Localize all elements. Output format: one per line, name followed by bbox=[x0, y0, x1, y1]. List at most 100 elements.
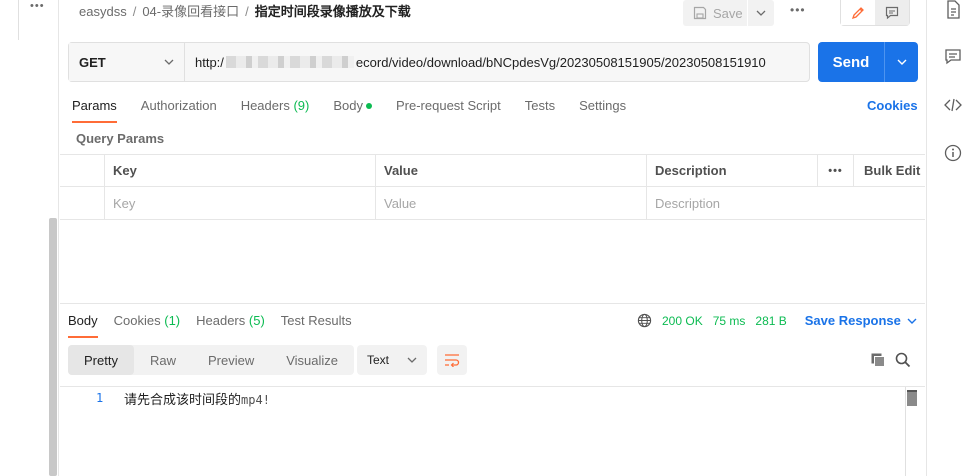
info-icon[interactable] bbox=[943, 143, 963, 163]
tab-label: Pre-request Script bbox=[395, 98, 501, 113]
status-code[interactable]: 200 OK bbox=[662, 314, 703, 328]
more-actions-icon[interactable]: ••• bbox=[790, 3, 806, 17]
chevron-down-icon bbox=[407, 357, 417, 363]
tab-params[interactable]: Params bbox=[72, 98, 117, 123]
send-button-group: Send bbox=[818, 42, 918, 82]
format-visualize[interactable]: Visualize bbox=[270, 345, 354, 375]
key-input[interactable]: Key bbox=[105, 187, 376, 219]
format-preview[interactable]: Preview bbox=[192, 345, 270, 375]
documentation-icon[interactable] bbox=[943, 0, 963, 20]
cookies-link[interactable]: Cookies bbox=[867, 98, 918, 113]
request-workspace: easydss/04-录像回看接口 / 指定时间段录像播放及下载 Save ••• … bbox=[60, 0, 925, 476]
tab-response-headers[interactable]: Headers (5) bbox=[196, 313, 265, 338]
editor-scrollbar-track bbox=[905, 387, 906, 476]
tab-test-results[interactable]: Test Results bbox=[281, 313, 352, 338]
wrap-lines-button[interactable] bbox=[437, 345, 467, 375]
chevron-down-icon bbox=[897, 59, 906, 65]
save-options-button[interactable] bbox=[748, 0, 774, 26]
method-label: GET bbox=[79, 54, 106, 70]
checkbox-column bbox=[60, 155, 105, 186]
format-raw[interactable]: Raw bbox=[134, 345, 192, 375]
scrollbar[interactable] bbox=[49, 218, 57, 476]
tab-label: Authorization bbox=[140, 98, 217, 113]
tab-label: Params bbox=[72, 98, 117, 113]
tab-headers[interactable]: Headers (9) bbox=[241, 98, 310, 123]
tab-label: Test Results bbox=[280, 313, 352, 328]
chevron-down-icon bbox=[907, 318, 917, 324]
url-prefix: http:/ bbox=[195, 54, 224, 70]
save-response-label: Save Response bbox=[804, 313, 901, 328]
column-header-description: Description bbox=[647, 155, 818, 186]
value-input[interactable]: Value bbox=[376, 187, 647, 219]
column-header-key: Key bbox=[105, 155, 376, 186]
more-icon[interactable]: ••• bbox=[30, 0, 45, 12]
response-body-text: 请先合成该时间段的mp4! bbox=[124, 389, 270, 408]
tab-settings[interactable]: Settings bbox=[579, 98, 626, 123]
code-icon[interactable] bbox=[943, 95, 963, 115]
response-size[interactable]: 281 B bbox=[755, 314, 786, 328]
url-input[interactable]: http:/ ecord/video/download/bNCpdesVg/202… bbox=[185, 43, 809, 81]
search-icon[interactable] bbox=[895, 352, 911, 368]
tab-label: Headers bbox=[196, 313, 246, 328]
comments-icon[interactable] bbox=[943, 47, 963, 67]
table-row: Key Value Description bbox=[60, 187, 925, 220]
save-button[interactable]: Save bbox=[683, 0, 747, 26]
request-name[interactable]: 指定时间段录像播放及下载 bbox=[255, 4, 411, 19]
method-select[interactable]: GET bbox=[69, 43, 185, 81]
response-tabs: Body Cookies (1) Headers (5) Test Result… bbox=[68, 313, 368, 338]
description-input[interactable]: Description bbox=[647, 187, 925, 219]
editor-scrollbar[interactable] bbox=[907, 390, 917, 406]
breadcrumb-separator: / bbox=[245, 4, 249, 19]
tab-tests[interactable]: Tests bbox=[525, 98, 555, 123]
send-button[interactable]: Send bbox=[818, 42, 884, 82]
tab-response-cookies[interactable]: Cookies (1) bbox=[114, 313, 180, 338]
checkbox-cell bbox=[60, 187, 105, 219]
section-title: Query Params bbox=[76, 131, 165, 146]
tab-count: (9) bbox=[293, 98, 310, 113]
format-pretty[interactable]: Pretty bbox=[68, 345, 134, 375]
body-text-mono: mp4! bbox=[241, 393, 270, 407]
comment-mode-button[interactable] bbox=[875, 0, 909, 25]
save-label: Save bbox=[713, 5, 743, 21]
tab-label: Body bbox=[333, 98, 363, 113]
save-response-button[interactable]: Save Response bbox=[805, 313, 917, 328]
params-table: Key Value Description ••• Bulk Edit Key … bbox=[60, 154, 925, 220]
tab-count: (1) bbox=[164, 313, 181, 328]
table-header-row: Key Value Description ••• Bulk Edit bbox=[60, 154, 925, 187]
request-tabs: Params Authorization Headers (9) Body Pr… bbox=[72, 98, 650, 123]
response-meta: 200 OK 75 ms 281 B Save Response bbox=[637, 313, 917, 328]
save-icon bbox=[693, 6, 707, 20]
tab-count: (5) bbox=[248, 313, 265, 328]
tab-label: Cookies bbox=[113, 313, 161, 328]
response-type-select[interactable]: Text bbox=[357, 345, 427, 375]
body-text: 请先合成该时间段的 bbox=[124, 392, 242, 407]
status-dot bbox=[365, 103, 372, 109]
edit-mode-button[interactable] bbox=[841, 0, 875, 25]
response-type-label: Text bbox=[367, 353, 390, 367]
breadcrumb-folder[interactable]: 04-录像回看接口 bbox=[142, 4, 239, 19]
bulk-edit-button[interactable]: Bulk Edit bbox=[854, 155, 925, 186]
view-mode-toggle bbox=[840, 0, 910, 26]
line-number: 1 bbox=[96, 391, 104, 405]
column-header-value: Value bbox=[376, 155, 647, 186]
tab-pre-request-script[interactable]: Pre-request Script bbox=[396, 98, 501, 123]
tab-body[interactable]: Body bbox=[333, 98, 372, 123]
url-path: ecord/video/download/bNCpdesVg/202305081… bbox=[355, 54, 766, 70]
response-body-editor[interactable]: 1 请先合成该时间段的mp4! bbox=[60, 386, 925, 476]
tab-label: Headers bbox=[240, 98, 290, 113]
request-bar: GET http:/ ecord/video/download/bNCpdesVg… bbox=[68, 42, 810, 82]
divider bbox=[18, 0, 19, 40]
tab-authorization[interactable]: Authorization bbox=[141, 98, 217, 123]
send-options-button[interactable] bbox=[884, 42, 918, 82]
globe-icon[interactable] bbox=[637, 313, 652, 328]
wrap-lines-icon bbox=[445, 354, 460, 367]
breadcrumb-collection[interactable]: easydss bbox=[79, 4, 127, 19]
save-group: Save bbox=[683, 0, 774, 26]
tab-response-body[interactable]: Body bbox=[68, 313, 98, 338]
pane-divider[interactable] bbox=[60, 303, 925, 304]
response-time[interactable]: 75 ms bbox=[713, 314, 746, 328]
right-sidebar bbox=[926, 0, 978, 476]
column-options-icon[interactable]: ••• bbox=[818, 155, 854, 186]
tab-label: Settings bbox=[579, 98, 627, 113]
copy-icon[interactable] bbox=[870, 352, 886, 368]
